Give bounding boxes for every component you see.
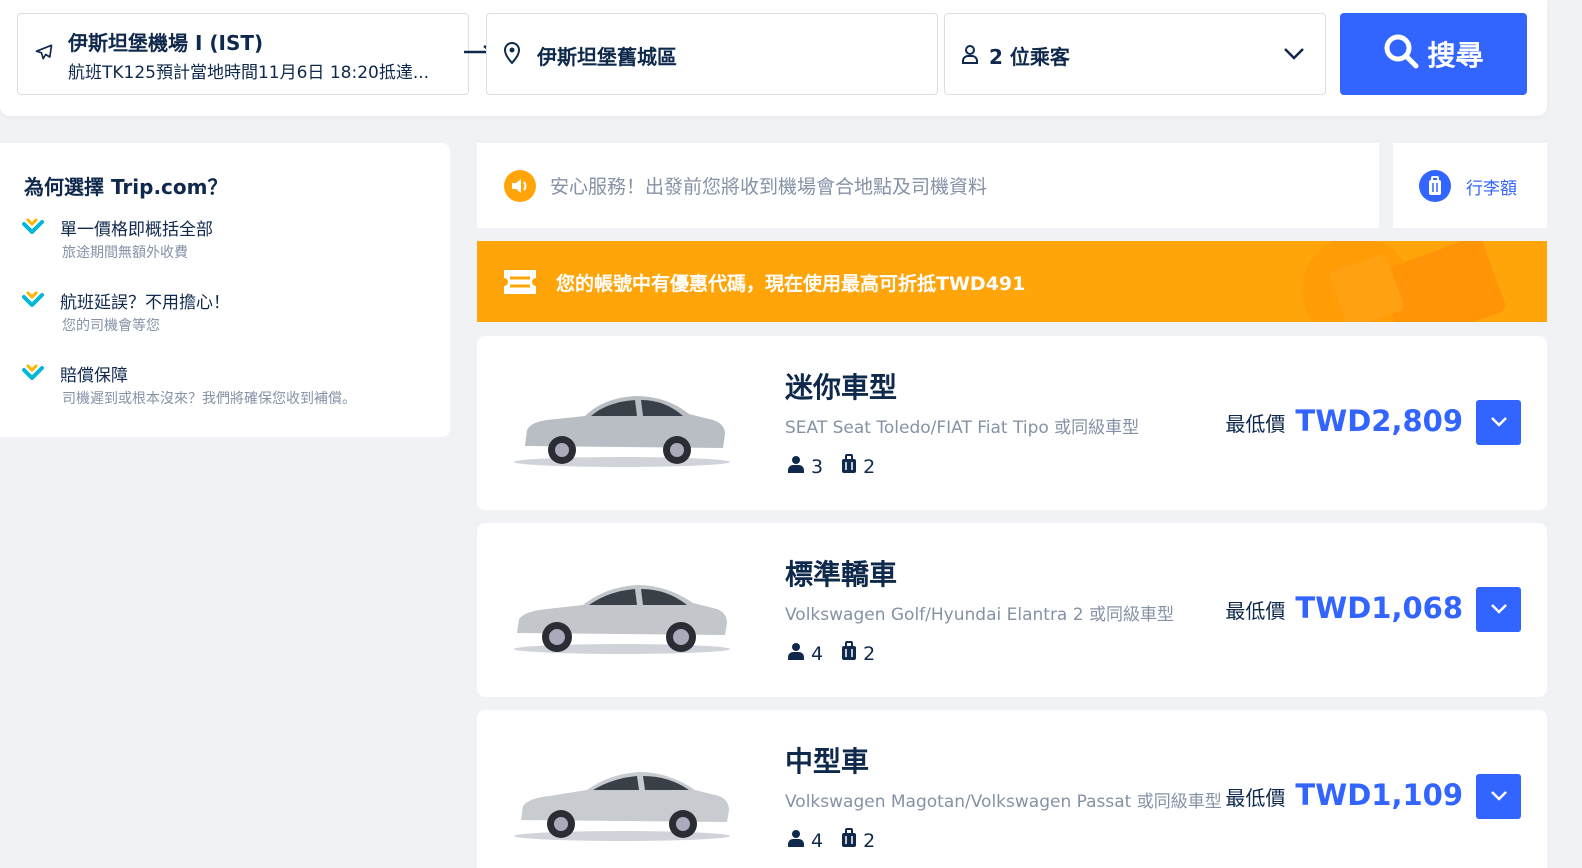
suitcase-icon xyxy=(841,828,857,853)
passenger-capacity: 4 xyxy=(811,829,824,852)
car-capacity: 4 2 xyxy=(787,828,875,853)
search-icon xyxy=(1383,33,1419,76)
luggage-icon xyxy=(1419,170,1451,206)
price-label: 最低價 xyxy=(1225,599,1286,623)
passenger-capacity: 4 xyxy=(811,642,824,665)
price-label: 最低價 xyxy=(1225,412,1286,436)
search-button-label: 搜尋 xyxy=(1427,39,1484,72)
person-icon xyxy=(787,455,805,478)
car-capacity: 4 2 xyxy=(787,641,875,666)
car-option-card[interactable]: 中型車 Volkswagen Magotan/Volkswagen Passat… xyxy=(477,710,1547,868)
sedan-car-image xyxy=(507,748,737,852)
why-item-subtitle: 司機遲到或根本沒來？我們將確保您收到補償。 xyxy=(62,391,356,407)
car-class-name: 標準轎車 xyxy=(785,558,898,591)
check-icon xyxy=(22,218,44,240)
pickup-airport: 伊斯坦堡機場 I (IST) xyxy=(68,31,264,55)
car-capacity: 3 2 xyxy=(787,454,875,479)
car-option-card[interactable]: 迷你車型 SEAT Seat Toledo/FIAT Fiat Tipo 或同級… xyxy=(477,336,1547,510)
check-icon xyxy=(22,291,44,313)
promo-text: 您的帳號中有優惠代碼，現在使用最高可折抵TWD491 xyxy=(556,273,1026,295)
luggage-capacity: 2 xyxy=(863,455,876,478)
suitcase-icon xyxy=(841,454,857,479)
why-item-title: 賠償保障 xyxy=(60,366,128,386)
chevron-down-icon xyxy=(1490,600,1508,619)
promo-banner[interactable]: 您的帳號中有優惠代碼，現在使用最高可折抵TWD491 xyxy=(477,241,1547,322)
why-item-title: 航班延誤？不用擔心！ xyxy=(60,293,230,313)
suitcase-icon xyxy=(841,641,857,666)
chevron-down-icon xyxy=(1490,413,1508,432)
expand-button[interactable] xyxy=(1476,587,1521,632)
price-label: 最低價 xyxy=(1225,786,1286,810)
price-block: 最低價 TWD2,809 xyxy=(1225,404,1463,438)
price-block: 最低價 TWD1,068 xyxy=(1225,591,1463,625)
check-icon xyxy=(22,364,44,386)
service-notice: 安心服務！出發前您將收到機場會合地點及司機資料 xyxy=(477,143,1379,228)
price-block: 最低價 TWD1,109 xyxy=(1225,778,1463,812)
price-value: TWD1,068 xyxy=(1295,591,1463,625)
luggage-allowance-link[interactable]: 行李額 xyxy=(1393,143,1547,228)
price-value: TWD1,109 xyxy=(1295,778,1463,812)
person-icon xyxy=(787,829,805,852)
car-option-card[interactable]: 標準轎車 Volkswagen Golf/Hyundai Elantra 2 或… xyxy=(477,523,1547,697)
location-pin-icon xyxy=(503,42,521,68)
notice-text: 安心服務！出發前您將收到機場會合地點及司機資料 xyxy=(550,176,988,198)
sedan-car-image xyxy=(507,374,737,478)
pickup-field[interactable]: 伊斯坦堡機場 I (IST) 航班TK125預計當地時間11月6日 18:20抵… xyxy=(17,13,469,95)
car-class-name: 中型車 xyxy=(785,745,870,778)
sedan-car-image xyxy=(507,561,737,665)
why-title: 為何選擇 Trip.com？ xyxy=(24,175,228,199)
passenger-count: 2 位乘客 xyxy=(989,45,1070,69)
price-value: TWD2,809 xyxy=(1295,404,1463,438)
expand-button[interactable] xyxy=(1476,774,1521,819)
dropoff-location: 伊斯坦堡舊城區 xyxy=(537,45,677,69)
passenger-selector[interactable]: 2 位乘客 xyxy=(944,13,1326,95)
search-button[interactable]: 搜尋 xyxy=(1340,13,1527,95)
passenger-capacity: 3 xyxy=(811,455,824,478)
person-icon xyxy=(961,44,979,68)
person-icon xyxy=(787,642,805,665)
luggage-label: 行李額 xyxy=(1466,179,1517,199)
car-models: SEAT Seat Toledo/FIAT Fiat Tipo 或同級車型 xyxy=(785,418,1140,438)
coupon-icon xyxy=(502,268,538,300)
chevron-down-icon xyxy=(1490,787,1508,806)
airplane-icon xyxy=(34,42,54,66)
pickup-flight-info: 航班TK125預計當地時間11月6日 18:20抵達... xyxy=(68,63,430,83)
expand-button[interactable] xyxy=(1476,400,1521,445)
why-item-subtitle: 旅途期間無額外收費 xyxy=(62,245,188,261)
car-class-name: 迷你車型 xyxy=(785,371,898,404)
car-models: Volkswagen Magotan/Volkswagen Passat 或同級… xyxy=(785,792,1222,812)
ticket-decoration-icon xyxy=(1297,241,1527,322)
why-item-subtitle: 您的司機會等您 xyxy=(62,318,160,334)
why-item-title: 單一價格即概括全部 xyxy=(60,220,213,240)
speaker-icon xyxy=(503,169,537,207)
chevron-down-icon xyxy=(1283,46,1305,65)
car-models: Volkswagen Golf/Hyundai Elantra 2 或同級車型 xyxy=(785,605,1174,625)
luggage-capacity: 2 xyxy=(863,642,876,665)
why-choose-panel: 為何選擇 Trip.com？ 單一價格即概括全部 旅途期間無額外收費 航班延誤？… xyxy=(0,143,450,437)
search-bar: 伊斯坦堡機場 I (IST) 航班TK125預計當地時間11月6日 18:20抵… xyxy=(0,0,1547,116)
dropoff-field[interactable]: 伊斯坦堡舊城區 xyxy=(486,13,938,95)
luggage-capacity: 2 xyxy=(863,829,876,852)
